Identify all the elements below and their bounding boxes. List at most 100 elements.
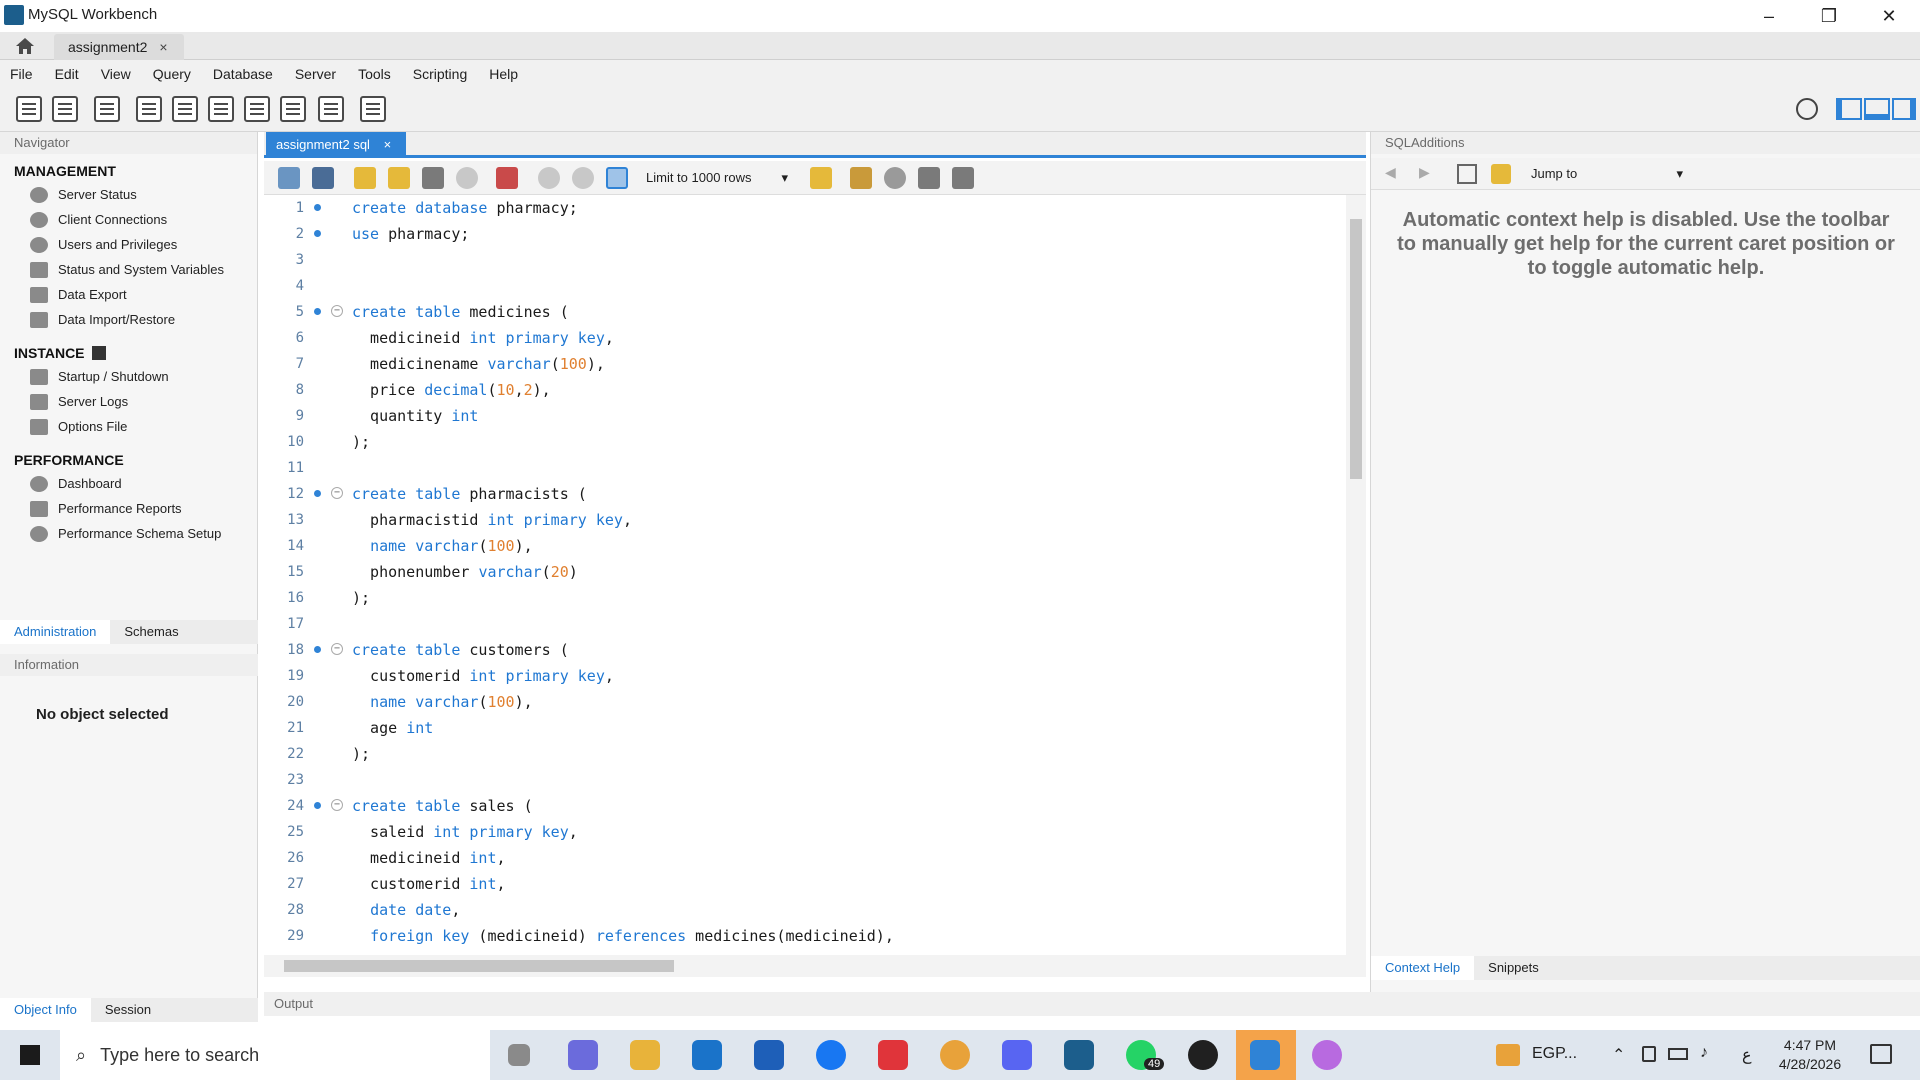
chevron-up-icon[interactable]: ⌃: [1612, 1045, 1625, 1065]
vertical-scrollbar[interactable]: [1346, 195, 1366, 955]
nav-users-and-privileges[interactable]: Users and Privileges: [0, 232, 257, 257]
code-line[interactable]: 12 − create table pharmacists (: [264, 481, 1344, 507]
forward-arrow-icon[interactable]: ▶: [1419, 164, 1430, 181]
code-line[interactable]: 1 create database pharmacy;: [264, 195, 1344, 221]
create-schema-icon[interactable]: [136, 96, 162, 122]
nav-server-status[interactable]: Server Status: [0, 182, 257, 207]
execute-statement-icon[interactable]: [388, 167, 410, 189]
auto-help-icon[interactable]: [1491, 164, 1511, 184]
new-sql-tab-icon[interactable]: [16, 96, 42, 122]
task-view-icon[interactable]: [508, 1044, 530, 1066]
wrap-lines-icon[interactable]: [952, 167, 974, 189]
nav-options-file[interactable]: Options File: [0, 414, 257, 439]
code-line[interactable]: 7 medicinename varchar(100),: [264, 351, 1344, 377]
windows-start-icon[interactable]: [20, 1045, 40, 1065]
menu-server[interactable]: Server: [295, 66, 336, 82]
close-editor-tab-icon[interactable]: ×: [384, 137, 392, 152]
code-line[interactable]: 18 − create table customers (: [264, 637, 1344, 663]
code-line[interactable]: 22);: [264, 741, 1344, 767]
vertical-scroll-thumb[interactable]: [1350, 219, 1362, 479]
code-line[interactable]: 21 age int: [264, 715, 1344, 741]
code-line[interactable]: 27 customerid int,: [264, 871, 1344, 897]
code-line[interactable]: 17: [264, 611, 1344, 637]
jump-to-select[interactable]: Jump to ▾: [1527, 163, 1687, 185]
fold-toggle-icon[interactable]: −: [331, 305, 343, 317]
menu-file[interactable]: File: [10, 66, 33, 82]
create-procedure-icon[interactable]: [244, 96, 270, 122]
toggle-sidebar-icon[interactable]: [1836, 98, 1862, 120]
close-button[interactable]: ✕: [1860, 0, 1918, 32]
autocommit-icon[interactable]: [606, 167, 628, 189]
menu-scripting[interactable]: Scripting: [413, 66, 467, 82]
code-line[interactable]: 6 medicineid int primary key,: [264, 325, 1344, 351]
file-explorer-icon[interactable]: [630, 1040, 660, 1070]
code-line[interactable]: 20 name varchar(100),: [264, 689, 1344, 715]
limit-rows-select[interactable]: Limit to 1000 rows ▾: [642, 167, 792, 189]
search-table-data-icon[interactable]: [318, 96, 344, 122]
code-line[interactable]: 8 price decimal(10,2),: [264, 377, 1344, 403]
nav-dashboard[interactable]: Dashboard: [0, 471, 257, 496]
tab-session[interactable]: Session: [91, 998, 165, 1022]
photos-icon[interactable]: [1250, 1040, 1280, 1070]
code-line[interactable]: 4: [264, 273, 1344, 299]
code-line[interactable]: 10);: [264, 429, 1344, 455]
menu-database[interactable]: Database: [213, 66, 273, 82]
code-line[interactable]: 13 pharmacistid int primary key,: [264, 507, 1344, 533]
fold-toggle-icon[interactable]: −: [331, 487, 343, 499]
explain-icon[interactable]: [422, 167, 444, 189]
inspector-icon[interactable]: [94, 96, 120, 122]
beautify-icon[interactable]: [850, 167, 872, 189]
code-line[interactable]: 2 use pharmacy;: [264, 221, 1344, 247]
device-icon[interactable]: [1642, 1046, 1656, 1062]
code-line[interactable]: 24 − create table sales (: [264, 793, 1344, 819]
screen-recorder-icon[interactable]: [878, 1040, 908, 1070]
code-line[interactable]: 26 medicineid int,: [264, 845, 1344, 871]
close-tab-icon[interactable]: ×: [159, 39, 167, 55]
minimize-button[interactable]: –: [1740, 0, 1798, 32]
tab-context-help[interactable]: Context Help: [1371, 956, 1475, 980]
discord-icon[interactable]: [1002, 1040, 1032, 1070]
menu-tools[interactable]: Tools: [358, 66, 391, 82]
maximize-button[interactable]: ❐: [1800, 0, 1858, 32]
nav-performance-reports[interactable]: Performance Reports: [0, 496, 257, 521]
stop-icon[interactable]: [456, 167, 478, 189]
currency-widget-label[interactable]: EGP...: [1532, 1045, 1577, 1063]
maps-pin-icon[interactable]: [1312, 1040, 1342, 1070]
execute-lightning-icon[interactable]: [354, 167, 376, 189]
input-language-label[interactable]: ع: [1742, 1045, 1752, 1065]
add-snippet-star-icon[interactable]: [810, 167, 832, 189]
nav-startup-shutdown[interactable]: Startup / Shutdown: [0, 364, 257, 389]
battery-icon[interactable]: [1668, 1048, 1688, 1060]
horizontal-scroll-thumb[interactable]: [284, 960, 674, 972]
nav-client-connections[interactable]: Client Connections: [0, 207, 257, 232]
outlook-icon[interactable]: [692, 1040, 722, 1070]
menu-help[interactable]: Help: [489, 66, 518, 82]
tab-schemas[interactable]: Schemas: [110, 620, 192, 644]
commit-icon[interactable]: [538, 167, 560, 189]
nav-data-import-restore[interactable]: Data Import/Restore: [0, 307, 257, 332]
create-view-icon[interactable]: [208, 96, 234, 122]
output-panel-header[interactable]: Output: [264, 992, 1920, 1016]
tab-object-info[interactable]: Object Info: [0, 998, 91, 1022]
invisible-chars-icon[interactable]: [918, 167, 940, 189]
code-line[interactable]: 15 phonenumber varchar(20): [264, 559, 1344, 585]
connection-tab-assignment2[interactable]: assignment2 ×: [54, 34, 184, 60]
toggle-output-icon[interactable]: [1864, 98, 1890, 120]
copilot-icon[interactable]: [568, 1040, 598, 1070]
settings-gear-icon[interactable]: [1796, 98, 1818, 120]
code-line[interactable]: 25 saleid int primary key,: [264, 819, 1344, 845]
code-line[interactable]: 28 date date,: [264, 897, 1344, 923]
horizontal-scrollbar[interactable]: [264, 955, 1366, 977]
chrome-icon[interactable]: [940, 1040, 970, 1070]
nav-performance-schema-setup[interactable]: Performance Schema Setup: [0, 521, 257, 546]
code-line[interactable]: 14 name varchar(100),: [264, 533, 1344, 559]
code-line[interactable]: 23: [264, 767, 1344, 793]
code-line[interactable]: 11: [264, 455, 1344, 481]
menu-query[interactable]: Query: [153, 66, 191, 82]
taskbar-clock[interactable]: 4:47 PM 4/28/2026: [1770, 1036, 1850, 1074]
create-table-icon[interactable]: [172, 96, 198, 122]
tab-administration[interactable]: Administration: [0, 620, 111, 644]
code-area[interactable]: 1 create database pharmacy; 2 use pharmacy;…: [264, 195, 1344, 955]
home-tab[interactable]: [0, 32, 50, 60]
open-sql-script-icon[interactable]: [52, 96, 78, 122]
